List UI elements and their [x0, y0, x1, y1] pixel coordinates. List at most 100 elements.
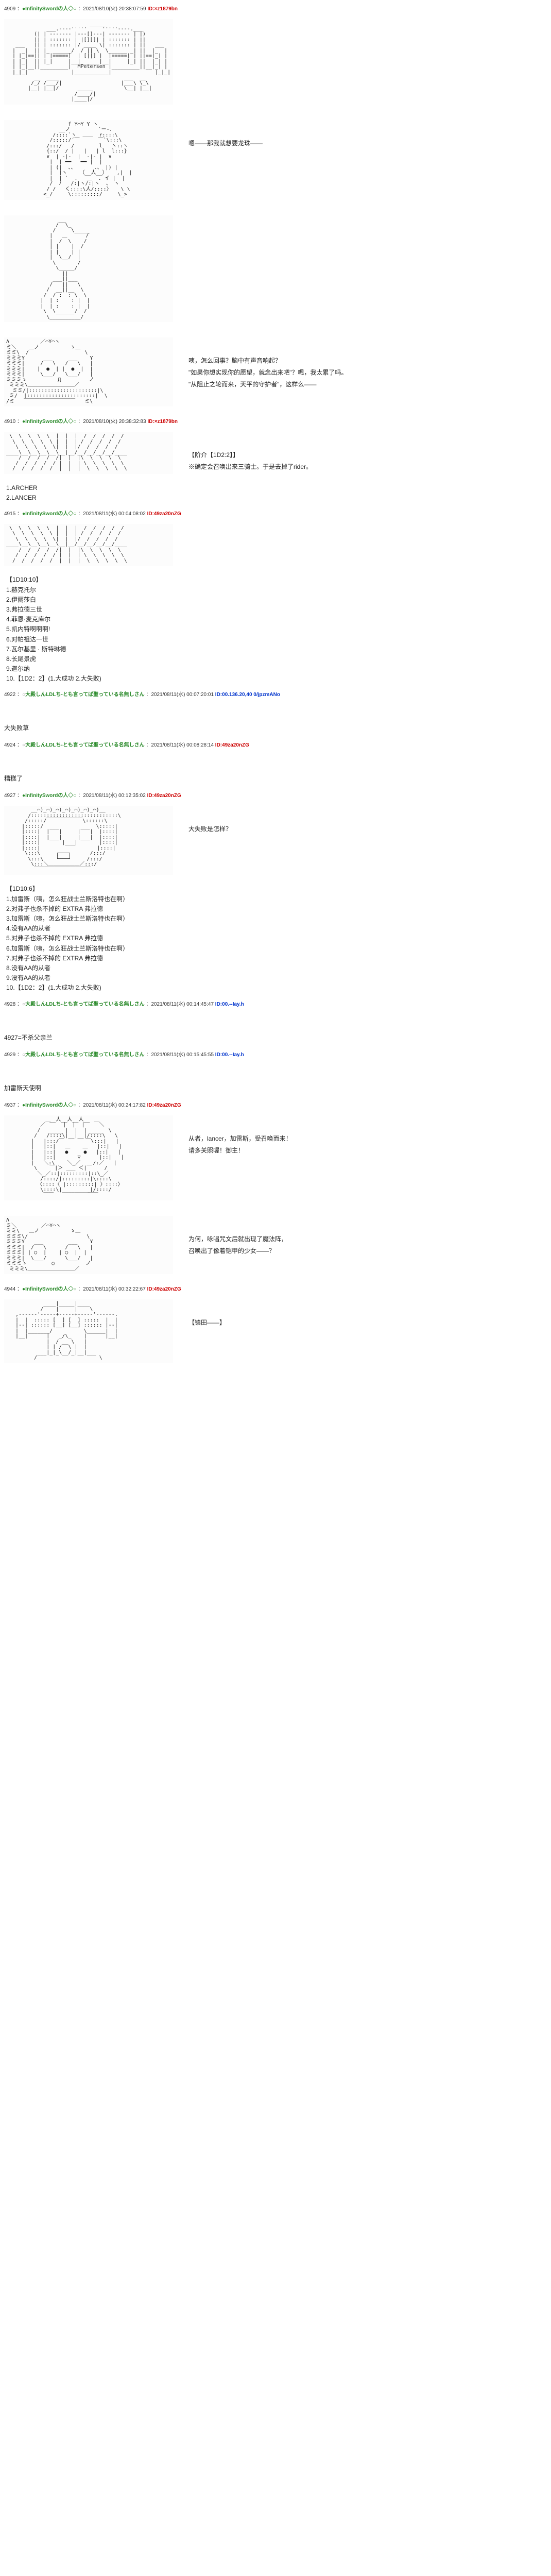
dialogue: 【镇田——】 — [188, 1294, 226, 1330]
post: 4927 ：●InfinitySwordの人◇○ ：2021/08/11(水) … — [4, 791, 547, 993]
poster-name[interactable]: InfinitySwordの人◇○ — [25, 419, 76, 425]
poster-id[interactable]: ID:00.--Iay.h — [215, 1052, 244, 1058]
poster-name[interactable]: 大殿しんLDLち-とも言ってば聖っている名無しさん — [25, 692, 145, 698]
post: 4937 ：●InfinitySwordの人◇○ ：2021/08/11(水) … — [4, 1100, 547, 1206]
option-item: 9.没有AA的从者 — [6, 973, 547, 983]
poster-id[interactable]: ID:49za20nZG — [147, 793, 181, 799]
post-header: 4929 ：○大殿しんLDLち-とも言ってば聖っている名無しさん ：2021/0… — [4, 1050, 547, 1058]
option-item: 2.伊丽莎白 — [6, 595, 547, 605]
dialogue-line: 请多关照喔！御主！ — [188, 1146, 292, 1155]
post: 4929 ：○大殿しんLDLち-とも言ってば聖っている名無しさん ：2021/0… — [4, 1050, 547, 1095]
post: 4909 ：●InfinitySwordの人◇○ ：2021/08/10(火) … — [4, 4, 547, 110]
post-header: 4944 ：●InfinitySwordの人◇○ ：2021/08/11(水) … — [4, 1284, 547, 1292]
post-header: 4937 ：●InfinitySwordの人◇○ ：2021/08/11(水) … — [4, 1100, 547, 1108]
dialogue: 加雷斯天使啊 — [4, 1060, 41, 1095]
post-number[interactable]: 4927 — [4, 793, 15, 799]
ascii-art: _____ ___.----''''' '''''----.___ (| | -… — [4, 19, 173, 105]
ascii-art: __⌒)_⌒)_⌒)_⌒)_⌒)_⌒)_⌒)__ /::::::::::::::… — [4, 806, 173, 875]
dialogue-line: 糟糕了 — [4, 774, 23, 783]
dialogue: 嗯——那我就想要龙珠—— — [188, 115, 263, 150]
post: f Y⌒Y Y ヽ __ノ `ー-、 /::::`ヽ ＿＿ r::::\ /::… — [4, 115, 547, 205]
dialogue: 咦，怎么回事？脑中有声音响起？"如果你想实现你的愿望，就念出来吧"？嗯，我太累了… — [188, 332, 348, 392]
poster-id[interactable]: ID:×z1879bn — [147, 419, 178, 425]
post-date: 2021/08/11(水) 00:08:28:14 — [151, 742, 214, 748]
ascii-art: Λ ミ＼ ／⌒Y⌒ヽ ミミ\ ＿ノ ゝ＿ ミミミ\/ \ ミミミY ___ __… — [4, 1216, 173, 1274]
options-title: 【1D10:10】 — [6, 575, 547, 585]
post-number[interactable]: 4937 — [4, 1103, 15, 1108]
poster-name[interactable]: 大殿しんLDLち-とも言ってば聖っている名無しさん — [25, 742, 145, 748]
post: 4910 ：●InfinitySwordの人◇○ ：2021/08/10(火) … — [4, 417, 547, 503]
dialogue: 大失败草 — [4, 700, 29, 735]
option-item: 9.迦尔纳 — [6, 664, 547, 674]
option-item: 7.对弗子也杀不掉的 EXTRA 弗拉德 — [6, 954, 547, 963]
poster-name[interactable]: 大殿しんLDLち-とも言ってば聖っている名無しさん — [25, 1002, 145, 1007]
post-number[interactable]: 4910 — [4, 419, 15, 425]
option-item: 6.加雷斯（咦，怎么狂战士兰斯洛特也在啊） — [6, 944, 547, 954]
dialogue-line: "从阻止之轮而来，天平的守护者"，这样么—— — [188, 380, 348, 388]
post-body: Λ ミ＼ ／⌒Y⌒ヽ ミミ\ ＿ノ ゝ＿ ミミミ\/ \ ミミミY ___ __… — [4, 1211, 547, 1279]
option-item: 6.对帕祖达一世 — [6, 635, 547, 645]
post: 4924 ：○大殿しんLDLち-とも言ってば聖っている名無しさん ：2021/0… — [4, 740, 547, 786]
post-date: 2021/08/11(水) 00:24:17:82 — [83, 1103, 146, 1108]
dialogue-line: 嗯——那我就想要龙珠—— — [188, 139, 263, 147]
poster-id[interactable]: ID:49za20nZG — [147, 511, 181, 517]
dialogue: 糟糕了 — [4, 750, 23, 786]
poster-name[interactable]: InfinitySwordの人◇○ — [25, 1103, 76, 1108]
ascii-art: Λ ／⌒Y⌒ヽ ミ＼ ＿ノ ゝ＿ ミミ\ / \ ミミミY ___ ___ Y … — [4, 337, 173, 406]
dialogue: 【阶介【1D2:2】】※确定会召唤出来三骑士。于是去掉了rider。 — [188, 427, 312, 474]
poster-name[interactable]: InfinitySwordの人◇○ — [25, 793, 76, 799]
poster-id[interactable]: ID:×z1879bn — [147, 6, 178, 12]
post: Λ ミ＼ ／⌒Y⌒ヽ ミミ\ ＿ノ ゝ＿ ミミミ\/ \ ミミミY ___ __… — [4, 1211, 547, 1279]
post-body: __ / \_ / \_____ | ＿ / | / \ / | | | / |… — [4, 210, 547, 328]
dialogue: 大失败是怎样？ — [188, 801, 232, 836]
option-item: 8.长尾景虎 — [6, 654, 547, 664]
poster-name[interactable]: InfinitySwordの人◇○ — [25, 1286, 76, 1292]
poster-id[interactable]: ID:49za20nZG — [147, 1103, 181, 1108]
post-header: 4928 ：○大殿しんLDLち-とも言ってば聖っている名無しさん ：2021/0… — [4, 999, 547, 1007]
post-date: 2021/08/11(水) 00:04:08:02 — [83, 511, 146, 517]
post-date: 2021/08/11(水) 00:07:20:01 — [151, 692, 214, 698]
post-date: 2021/08/11(水) 00:14:45:47 — [151, 1002, 214, 1007]
post-body: f Y⌒Y Y ヽ __ノ `ー-、 /::::`ヽ ＿＿ r::::\ /::… — [4, 115, 547, 205]
post-number[interactable]: 4924 — [4, 742, 15, 748]
post-number[interactable]: 4928 — [4, 1002, 15, 1007]
poster-name[interactable]: 大殿しんLDLち-とも言ってば聖っている名無しさん — [25, 1052, 145, 1058]
dialogue: 为何，咏唱咒文后就出现了魔法阵，召唤出了像着铠甲的少女——？ — [188, 1211, 287, 1258]
option-item: 3.加雷斯（咦，怎么狂战士兰斯洛特也在啊） — [6, 914, 547, 924]
ascii-art: __ / \_ / \_____ | ＿ / | / \ / | | | / |… — [4, 215, 173, 323]
post: __ / \_ / \_____ | ＿ / | / \ / | | | / |… — [4, 210, 547, 328]
dialogue-line: 加雷斯天使啊 — [4, 1083, 41, 1092]
option-item: 1.赫克托尔 — [6, 585, 547, 595]
post-number[interactable]: 4909 — [4, 6, 15, 12]
option-item: 7.瓦尔基里 · 斯特琳德 — [6, 645, 547, 654]
post-header: 4915 ：●InfinitySwordの人◇○ ：2021/08/11(水) … — [4, 509, 547, 517]
post-header: 4927 ：●InfinitySwordの人◇○ ：2021/08/11(水) … — [4, 791, 547, 799]
dialogue-line: "如果你想实现你的愿望，就念出来吧"？嗯，我太累了吗。 — [188, 368, 348, 377]
post: Λ ／⌒Y⌒ヽ ミ＼ ＿ノ ゝ＿ ミミ\ / \ ミミミY ___ ___ Y … — [4, 332, 547, 412]
post-body: ____|_____|____ / | | \ ,------'-----+--… — [4, 1294, 547, 1368]
options-list: 【1D10:6】1.加雷斯（咦，怎么狂战士兰斯洛特也在啊）2.对弗子也杀不掉的 … — [6, 884, 547, 993]
post-number[interactable]: 4944 — [4, 1286, 15, 1292]
post-body: Λ ／⌒Y⌒ヽ ミ＼ ＿ノ ゝ＿ ミミ\ / \ ミミミY ___ ___ Y … — [4, 332, 547, 412]
post-body: __人__人__人__ ／￣ | | | ￣＼ / ____ | | | ___… — [4, 1110, 547, 1206]
dialogue-line: 大失败草 — [4, 723, 29, 732]
post-body: _____ ___.----''''' '''''----.___ (| | -… — [4, 14, 547, 110]
ascii-art: \ \ \ \ \ | | | / / / / / \ \ \ \ \ | | … — [4, 432, 173, 474]
post-date: 2021/08/11(水) 00:15:45:55 — [151, 1052, 214, 1058]
poster-id[interactable]: ID:49za20nZG — [215, 742, 249, 748]
poster-name[interactable]: InfinitySwordの人◇○ — [25, 511, 76, 517]
post-number[interactable]: 4922 — [4, 692, 15, 698]
post-header: 4922 ：○大殿しんLDLち-とも言ってば聖っている名無しさん ：2021/0… — [4, 690, 547, 698]
dialogue: 4927=不杀父亲兰 — [4, 1009, 53, 1045]
option-item: 10.【1D2：2】(1.大成功 2.大失败) — [6, 674, 547, 684]
post-number[interactable]: 4929 — [4, 1052, 15, 1058]
poster-id[interactable]: ID:00.136.20,40 0/jpzmANo — [215, 692, 280, 698]
option-item: 1.加雷斯（咦，怎么狂战士兰斯洛特也在啊） — [6, 894, 547, 904]
poster-id[interactable]: ID:49za20nZG — [147, 1286, 181, 1292]
post-number[interactable]: 4915 — [4, 511, 15, 517]
poster-id[interactable]: ID:00.--Iay.h — [215, 1002, 244, 1007]
option-item: 2.对弗子也杀不掉的 EXTRA 弗拉德 — [6, 904, 547, 914]
poster-name[interactable]: InfinitySwordの人◇○ — [25, 6, 76, 12]
post-date: 2021/08/11(水) 00:12:35:02 — [83, 793, 146, 799]
option-item: 4.没有AA的从者 — [6, 924, 547, 934]
